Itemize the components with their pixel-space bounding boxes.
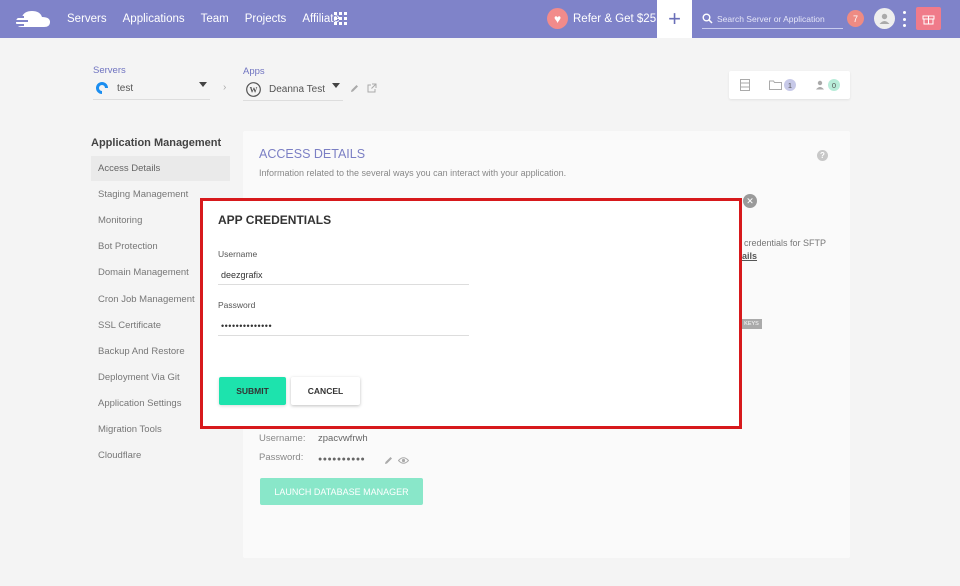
search-icon — [702, 13, 713, 24]
wordpress-icon: W — [246, 82, 261, 97]
close-icon[interactable]: ✕ — [743, 194, 757, 208]
server-select[interactable]: test — [94, 80, 133, 96]
top-nav: Servers Applications Team Projects Affil… — [0, 0, 960, 38]
username-label: Username — [218, 249, 258, 259]
search-bar — [702, 9, 843, 29]
server-dropdown-caret-icon[interactable] — [199, 82, 207, 87]
password-field[interactable] — [218, 316, 469, 336]
page-title: ACCESS DETAILS — [259, 147, 366, 161]
app-credentials-modal: APP CREDENTIALS Username Password SUBMIT… — [200, 198, 742, 429]
svg-text:W: W — [250, 86, 258, 95]
app-dropdown-caret-icon[interactable] — [332, 83, 340, 88]
external-link-icon[interactable] — [367, 83, 377, 93]
team-button[interactable]: 0 — [815, 79, 840, 91]
apps-label: Apps — [243, 66, 265, 77]
add-button[interactable]: + — [657, 0, 692, 38]
db-username-label: Username: — [259, 433, 306, 444]
heart-icon: ♥ — [547, 8, 568, 29]
details-link[interactable]: ails — [742, 251, 757, 261]
users-icon — [816, 80, 824, 90]
cloudways-logo[interactable] — [12, 7, 56, 31]
search-input[interactable] — [717, 13, 839, 24]
folder-count-badge: 1 — [784, 79, 796, 91]
apps-grid-icon[interactable] — [334, 12, 347, 25]
modal-title: APP CREDENTIALS — [218, 213, 332, 227]
username-field[interactable] — [218, 265, 469, 285]
nav-applications[interactable]: Applications — [123, 13, 185, 25]
nav-projects[interactable]: Projects — [245, 13, 287, 25]
sftp-text: credentials for SFTP — [744, 238, 827, 248]
password-label: Password — [218, 300, 256, 310]
users-count-badge: 0 — [828, 79, 840, 91]
eye-icon[interactable] — [398, 456, 409, 465]
quick-toolbar: 1 0 — [729, 71, 850, 99]
app-select[interactable]: W Deanna Test — [246, 82, 325, 97]
edit-password-icon[interactable] — [384, 456, 393, 465]
refer-label: Refer & Get $25 — [573, 12, 657, 25]
submit-button[interactable]: SUBMIT — [219, 377, 286, 405]
cancel-button[interactable]: CANCEL — [291, 377, 360, 405]
more-menu-icon[interactable] — [902, 11, 906, 27]
db-password-label: Password: — [259, 452, 304, 463]
keys-tag[interactable]: KEYS — [741, 319, 762, 329]
avatar[interactable] — [874, 8, 895, 29]
server-value: test — [117, 82, 134, 94]
launch-database-manager-button[interactable]: LAUNCH DATABASE MANAGER — [260, 478, 423, 505]
db-username-value: zpacvwfrwh — [318, 433, 368, 444]
nav-servers[interactable]: Servers — [67, 13, 107, 25]
servers-label: Servers — [93, 65, 126, 76]
list-icon[interactable] — [740, 79, 750, 91]
page-subtitle: Information related to the several ways … — [259, 168, 567, 178]
folder-button[interactable]: 1 — [769, 79, 796, 91]
help-icon[interactable]: ? — [817, 150, 828, 161]
sidebar-item-cloudflare[interactable]: Cloudflare — [91, 443, 230, 468]
refer-button[interactable]: ♥ Refer & Get $25 — [547, 8, 656, 29]
chevron-right-icon: › — [223, 82, 227, 93]
user-icon — [879, 13, 890, 24]
nav-team[interactable]: Team — [201, 13, 229, 25]
divider — [243, 100, 343, 101]
folder-icon — [769, 80, 782, 90]
digitalocean-icon — [96, 82, 108, 94]
app-value: Deanna Test — [269, 84, 325, 95]
sidebar-title: Application Management — [91, 137, 222, 149]
notification-badge[interactable]: 7 — [847, 10, 864, 27]
edit-icon[interactable] — [350, 84, 359, 93]
divider — [93, 99, 210, 100]
sidebar-item-access-details[interactable]: Access Details — [91, 156, 230, 181]
gift-icon[interactable] — [916, 7, 941, 30]
db-password-value: ●●●●●●●●●● — [318, 456, 366, 463]
